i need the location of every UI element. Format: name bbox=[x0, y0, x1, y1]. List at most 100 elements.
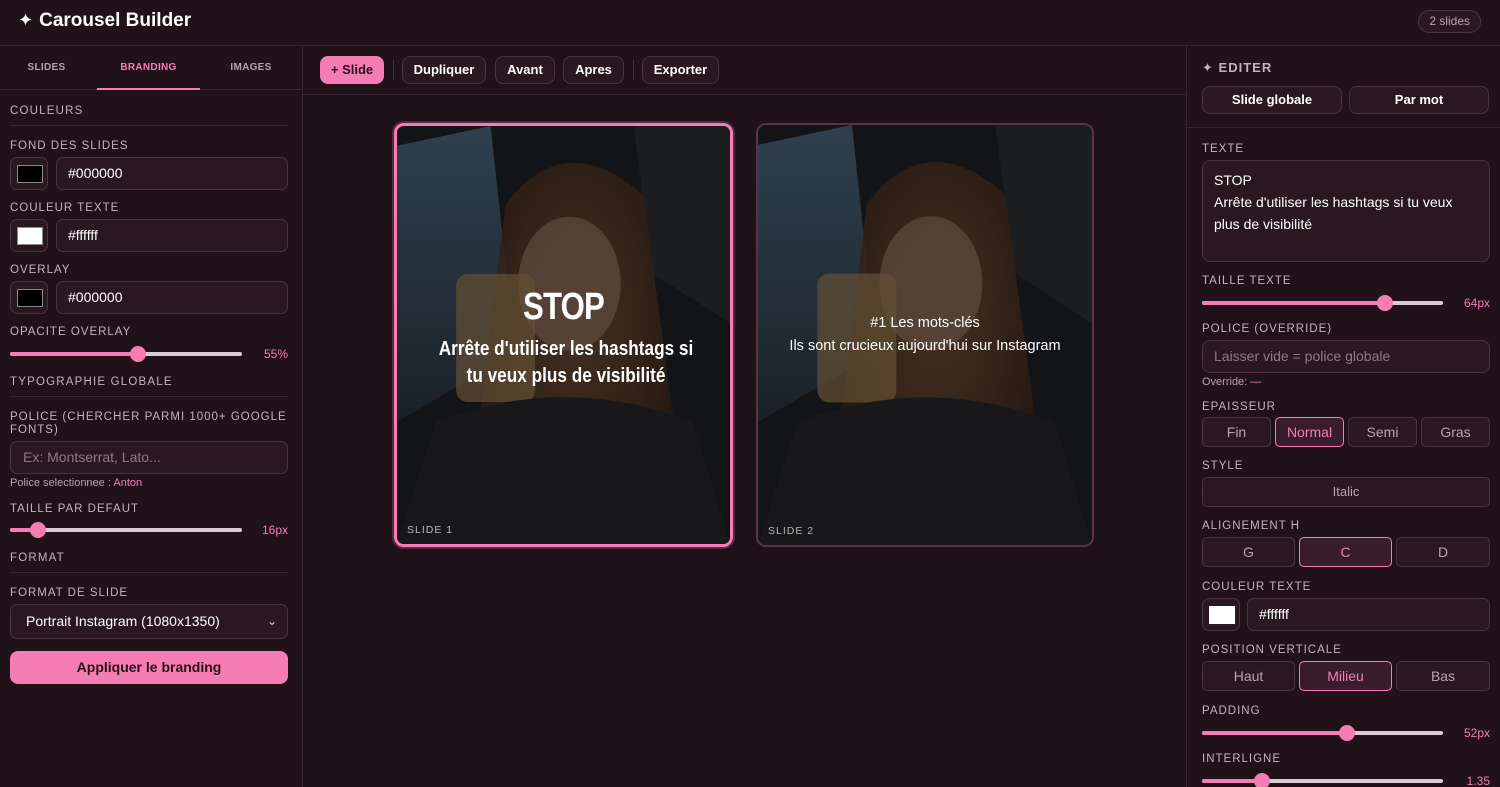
bg-color-swatch[interactable] bbox=[10, 157, 48, 190]
slide-1-headline: STOP bbox=[522, 286, 605, 328]
top-bar: ✦ Carousel Builder 2 slides bbox=[0, 0, 1500, 46]
slide-format-label: FORMAT DE SLIDE bbox=[10, 587, 129, 599]
slide-text-input[interactable]: STOP Arrête d'utiliser les hashtags si t… bbox=[1202, 160, 1490, 262]
line-height-slider[interactable] bbox=[1202, 773, 1443, 787]
toolbar-separator bbox=[633, 60, 634, 80]
slider-thumb[interactable] bbox=[129, 346, 146, 362]
align-left-button[interactable]: G bbox=[1202, 537, 1295, 567]
slider-thumb[interactable] bbox=[1377, 295, 1394, 311]
text-color-label: COULEUR TEXTE bbox=[10, 202, 120, 214]
font-selected-name: Anton bbox=[113, 477, 143, 489]
text-label: TEXTE bbox=[1202, 143, 1245, 155]
left-panel: SLIDES BRANDING IMAGES COULEURS FOND DES… bbox=[0, 46, 303, 787]
section-typographie: TYPOGRAPHIE GLOBALE bbox=[10, 376, 288, 397]
align-label: ALIGNEMENT H bbox=[1202, 520, 1301, 532]
editor-title: ✦ EDITER bbox=[1202, 60, 1272, 76]
default-size-value: 16px bbox=[261, 523, 288, 537]
text-size-slider[interactable] bbox=[1202, 295, 1443, 311]
font-override-label: POLICE (OVERRIDE) bbox=[1202, 323, 1333, 335]
text-color-swatch[interactable] bbox=[10, 219, 48, 252]
slide-format-select[interactable]: Portrait Instagram (1080x1350) ⌄ bbox=[10, 604, 288, 639]
overlay-color-input[interactable]: #000000 bbox=[56, 281, 288, 314]
overlay-opacity-label: OPACITE OVERLAY bbox=[10, 326, 132, 338]
weight-fin-button[interactable]: Fin bbox=[1202, 417, 1271, 447]
font-selected-prefix: Police selectionnee : bbox=[10, 477, 114, 489]
slider-thumb[interactable] bbox=[1338, 725, 1355, 741]
add-slide-button[interactable]: + Slide bbox=[320, 56, 384, 84]
italic-toggle[interactable]: Italic bbox=[1202, 477, 1490, 507]
left-tabs: SLIDES BRANDING IMAGES bbox=[0, 46, 302, 90]
slide-2-line-1: #1 Les mots-clés bbox=[870, 315, 980, 331]
padding-value: 52px bbox=[1463, 726, 1490, 740]
weight-semi-button[interactable]: Semi bbox=[1348, 417, 1417, 447]
default-size-slider[interactable] bbox=[10, 522, 242, 538]
vpos-middle-button[interactable]: Milieu bbox=[1299, 661, 1392, 691]
editor-title-text: EDITER bbox=[1218, 60, 1273, 75]
divider bbox=[1187, 127, 1500, 128]
section-format: FORMAT bbox=[10, 552, 288, 573]
app-title: ✦ Carousel Builder bbox=[18, 10, 191, 32]
weight-gras-button[interactable]: Gras bbox=[1421, 417, 1490, 447]
slide-1-body: Arrête d'utiliser les hashtags si tu veu… bbox=[438, 338, 694, 387]
vpos-bottom-button[interactable]: Bas bbox=[1396, 661, 1490, 691]
slide-2-line-2: Ils sont crucieux aujourd'hui sur Instag… bbox=[789, 338, 1061, 354]
mode-global-button[interactable]: Slide globale bbox=[1202, 86, 1342, 114]
slide-count-badge: 2 slides bbox=[1418, 10, 1481, 33]
font-search-input[interactable]: Ex: Montserrat, Lato... bbox=[10, 441, 288, 474]
duplicate-button[interactable]: Dupliquer bbox=[402, 56, 486, 84]
tab-slides[interactable]: SLIDES bbox=[0, 46, 93, 90]
slide-format-value: Portrait Instagram (1080x1350) bbox=[26, 613, 220, 629]
slide-1-number: SLIDE 1 bbox=[407, 524, 454, 536]
slide-background-photo bbox=[397, 126, 730, 544]
vpos-top-button[interactable]: Haut bbox=[1202, 661, 1295, 691]
slider-thumb[interactable] bbox=[29, 522, 46, 538]
toolbar: + Slide Dupliquer Avant Apres Exporter bbox=[303, 46, 1186, 95]
mode-per-word-button[interactable]: Par mot bbox=[1349, 86, 1489, 114]
toolbar-separator bbox=[393, 60, 394, 80]
move-before-button[interactable]: Avant bbox=[495, 56, 555, 84]
vpos-label: POSITION VERTICALE bbox=[1202, 644, 1342, 656]
align-center-button[interactable]: C bbox=[1299, 537, 1392, 567]
font-selected-hint: Police selectionnee : Anton bbox=[10, 477, 142, 489]
overlay-opacity-slider[interactable] bbox=[10, 346, 242, 362]
overlay-opacity-value: 55% bbox=[263, 347, 288, 361]
tab-branding[interactable]: BRANDING bbox=[97, 46, 200, 90]
font-override-input[interactable]: Laisser vide = police globale bbox=[1202, 340, 1490, 373]
text-color-label: COULEUR TEXTE bbox=[1202, 581, 1312, 593]
sparkle-icon: ✦ bbox=[18, 10, 34, 30]
slide-2-number: SLIDE 2 bbox=[768, 525, 815, 537]
tab-images[interactable]: IMAGES bbox=[200, 46, 302, 90]
align-right-button[interactable]: D bbox=[1396, 537, 1490, 567]
override-hint: Override: — bbox=[1202, 376, 1261, 388]
override-value: — bbox=[1250, 376, 1262, 388]
section-couleurs: COULEURS bbox=[10, 105, 288, 126]
text-size-label: TAILLE TEXTE bbox=[1202, 275, 1292, 287]
text-color-input[interactable]: #ffffff bbox=[56, 219, 288, 252]
text-color-swatch[interactable] bbox=[1202, 598, 1240, 631]
padding-label: PADDING bbox=[1202, 705, 1261, 717]
bg-color-label: FOND DES SLIDES bbox=[10, 140, 129, 152]
app-title-text: Carousel Builder bbox=[39, 10, 192, 31]
bg-color-input[interactable]: #000000 bbox=[56, 157, 288, 190]
export-button[interactable]: Exporter bbox=[642, 56, 719, 84]
overlay-label: OVERLAY bbox=[10, 264, 71, 276]
right-panel: ✦ EDITER Slide globale Par mot TEXTE STO… bbox=[1186, 46, 1500, 787]
slide-background-photo bbox=[758, 125, 1092, 545]
line-height-label: INTERLIGNE bbox=[1202, 753, 1282, 765]
weight-normal-button[interactable]: Normal bbox=[1275, 417, 1344, 447]
padding-slider[interactable] bbox=[1202, 725, 1443, 741]
slides-canvas: STOP Arrête d'utiliser les hashtags si t… bbox=[303, 95, 1186, 787]
text-size-value: 64px bbox=[1463, 296, 1490, 310]
weight-label: EPAISSEUR bbox=[1202, 401, 1276, 413]
overlay-color-swatch[interactable] bbox=[10, 281, 48, 314]
slide-card-1[interactable]: STOP Arrête d'utiliser les hashtags si t… bbox=[394, 123, 733, 547]
override-prefix: Override: bbox=[1202, 376, 1251, 388]
chevron-down-icon: ⌄ bbox=[266, 614, 277, 628]
apply-branding-button[interactable]: Appliquer le branding bbox=[10, 651, 288, 684]
text-color-input[interactable]: #ffffff bbox=[1247, 598, 1490, 631]
move-after-button[interactable]: Apres bbox=[563, 56, 624, 84]
font-search-label: POLICE (CHERCHER PARMI 1000+ GOOGLE FONT… bbox=[10, 411, 287, 436]
slide-card-2[interactable]: #1 Les mots-clés Ils sont crucieux aujou… bbox=[756, 123, 1094, 547]
style-label: STYLE bbox=[1202, 460, 1244, 472]
slider-thumb[interactable] bbox=[1254, 773, 1271, 787]
